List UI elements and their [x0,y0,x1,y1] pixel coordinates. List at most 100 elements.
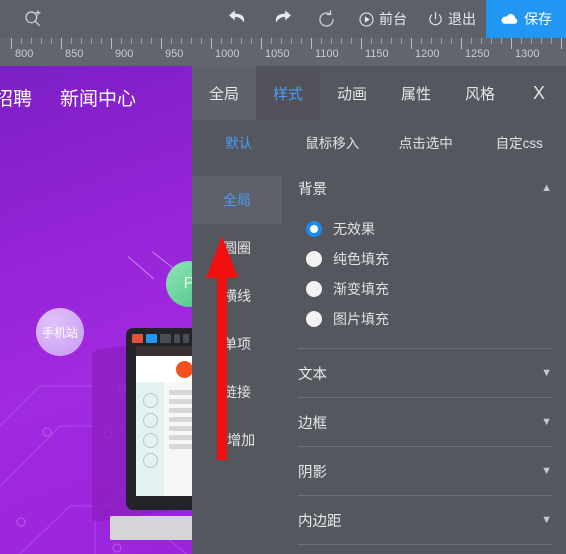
section-text-title: 文本 [298,366,327,383]
device-screen-list [164,382,192,496]
tab-style[interactable]: 样式 [256,66,320,120]
ruler-minor-tick [341,38,342,44]
preview-button[interactable]: 前台 [348,0,417,38]
section-border-header[interactable]: 边框 ▼ [298,398,552,446]
ruler-minor-tick [551,38,552,44]
subtab-custom-css[interactable]: 自定css [473,132,566,152]
save-button[interactable]: 保存 [486,0,566,38]
exit-button[interactable]: 退出 [417,0,486,38]
ruler-major-tick [211,38,212,49]
chevron-down-icon[interactable]: ▼ [541,416,552,428]
panel-content: 背景 ▲ 无效果 纯色填充 渐变填充 图片填充 文本 ▼ 边框 ▼ 阴影 ▼ 内… [282,164,566,554]
ruler-minor-tick [401,38,402,44]
ruler-minor-tick [91,38,92,44]
chevron-down-icon[interactable]: ▼ [541,465,552,477]
chevron-down-icon[interactable]: ▼ [541,514,552,526]
ruler-label: 1150 [365,48,389,60]
section-background-header[interactable]: 背景 ▲ [298,164,552,212]
radio-solid-fill-icon[interactable] [306,251,322,267]
ruler-minor-tick [301,38,302,44]
close-panel-icon[interactable]: X [512,66,566,120]
page-canvas[interactable]: 招聘 新闻中心 P 手机站 [0,66,192,554]
nav-item-0[interactable]: 招聘 [0,84,32,111]
device-mockup[interactable] [126,328,192,510]
device-sidebar-icon-1 [142,413,158,428]
device-stand [110,516,192,540]
sidebar-item-link-label: 链接 [223,384,251,400]
panel-subtab-bar: 默认 鼠标移入 点击选中 自定css [192,120,566,164]
tab-theme[interactable]: 风格 [448,66,512,120]
device-list-row [169,390,192,395]
badge-mobile-label: 手机站 [41,325,78,340]
ruler-minor-tick [51,38,52,44]
radio-solid-fill-label: 纯色填充 [333,251,389,267]
ruler-minor-tick [521,38,522,44]
ruler-minor-tick [191,38,192,44]
radio-option-gradient-fill[interactable]: 渐变填充 [306,274,552,304]
ruler-minor-tick [421,38,422,44]
subtab-click-selected[interactable]: 点击选中 [379,132,473,152]
ruler-minor-tick [271,38,272,44]
ruler-label: 1000 [215,48,240,60]
ruler-label: 850 [65,48,84,60]
device-browser-bar [130,333,192,344]
section-padding-header[interactable]: 内边距 ▼ [298,496,552,544]
ruler-minor-tick [231,38,232,44]
sidebar-item-global[interactable]: 全局 [192,176,282,224]
ruler-minor-tick [331,38,332,44]
tab-global[interactable]: 全局 [192,66,256,120]
radio-option-image-fill[interactable]: 图片填充 [306,304,552,334]
nav-item-1[interactable]: 新闻中心 [60,84,136,111]
radio-no-effect-icon[interactable] [306,221,322,237]
ruler-major-tick [261,38,262,49]
undo-icon[interactable] [216,0,260,38]
tab-attributes[interactable]: 属性 [384,66,448,120]
section-shadow-header[interactable]: 阴影 ▼ [298,447,552,495]
subtab-hover-label: 鼠标移入 [305,136,360,151]
zoom-in-icon[interactable] [20,0,46,38]
radio-image-fill-icon[interactable] [306,311,322,327]
section-background: 背景 ▲ 无效果 纯色填充 渐变填充 图片填充 [298,164,552,349]
device-screen [136,346,192,496]
ruler-minor-tick [441,38,442,44]
ruler-label: 950 [165,48,184,60]
ruler-minor-tick [221,38,222,44]
device-list-row [169,426,192,431]
chevron-up-icon[interactable]: ▲ [541,182,552,194]
sidebar-item-link[interactable]: 链接 [192,368,282,416]
site-nav: 招聘 新闻中心 [0,84,192,111]
section-shadow: 阴影 ▼ [298,447,552,496]
subtab-click-selected-label: 点击选中 [398,136,453,151]
ruler-minor-tick [201,38,202,44]
radio-gradient-fill-icon[interactable] [306,281,322,297]
ruler-major-tick [561,38,562,49]
radio-option-no-effect[interactable]: 无效果 [306,214,552,244]
device-logo-icon [175,360,192,378]
sidebar-item-add[interactable]: +增加 [192,416,282,464]
ruler-minor-tick [71,38,72,44]
tab-animation[interactable]: 动画 [320,66,384,120]
section-background-title: 背景 [298,181,327,198]
ruler-minor-tick [101,38,102,44]
ruler-major-tick [411,38,412,49]
ruler-minor-tick [471,38,472,44]
close-panel-label: X [532,82,545,103]
ruler-label: 900 [115,48,134,60]
section-text-header[interactable]: 文本 ▼ [298,349,552,397]
subtab-default[interactable]: 默认 [192,132,286,152]
redo-icon[interactable] [260,0,304,38]
radio-option-solid-fill[interactable]: 纯色填充 [306,244,552,274]
device-sidebar-icon-2 [142,433,158,448]
badge-mobile-site[interactable]: 手机站 [36,308,84,356]
sidebar-item-line[interactable]: 横线 [192,272,282,320]
subtab-hover[interactable]: 鼠标移入 [286,132,380,152]
horizontal-ruler[interactable]: 800 850 900 950 1000 1050 1100 1150 1200 1250 1300 [0,38,566,66]
sidebar-item-circle[interactable]: 圆圈 [192,224,282,272]
chevron-down-icon[interactable]: ▼ [541,367,552,379]
ruler-minor-tick [481,38,482,44]
ruler-label: 1100 [315,48,339,60]
refresh-icon[interactable] [304,0,348,38]
ruler-minor-tick [531,38,532,44]
sidebar-item-single[interactable]: 单项 [192,320,282,368]
device-tab-3 [174,334,180,343]
